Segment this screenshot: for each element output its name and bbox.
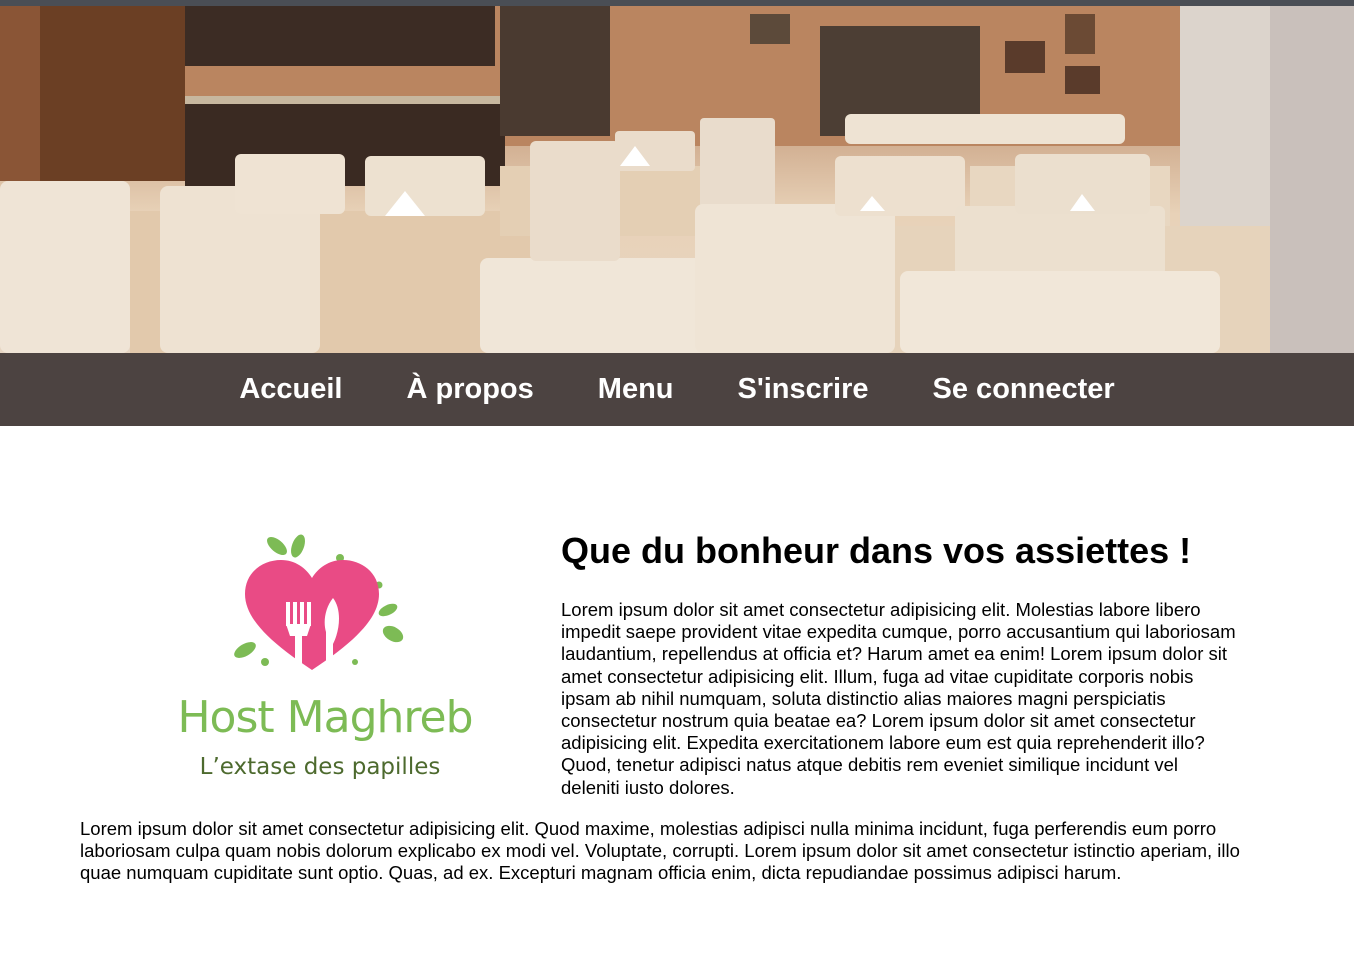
intro-paragraph: Lorem ipsum dolor sit amet consectetur a… [561, 599, 1236, 798]
heart-fork-knife-icon [234, 534, 404, 680]
nav-item-sinscrire[interactable]: S'inscrire [738, 373, 869, 406]
main-nav: Accueil À propos Menu S'inscrire Se conn… [0, 353, 1354, 426]
body-paragraph: Lorem ipsum dolor sit amet consectetur a… [80, 818, 1240, 884]
restaurant-photo [0, 6, 1354, 353]
nav-item-se-connecter[interactable]: Se connecter [933, 373, 1115, 406]
brand-tagline: L’extase des papilles [199, 754, 441, 780]
nav-item-accueil[interactable]: Accueil [239, 373, 342, 406]
brand-logo: Host Maghreb L’extase des papilles [155, 532, 485, 794]
hero-image [0, 6, 1354, 353]
nav-item-menu[interactable]: Menu [598, 373, 674, 406]
page-title: Que du bonheur dans vos assiettes ! [561, 530, 1192, 571]
brand-name: Host Maghreb [177, 692, 473, 743]
nav-item-a-propos[interactable]: À propos [407, 373, 534, 406]
